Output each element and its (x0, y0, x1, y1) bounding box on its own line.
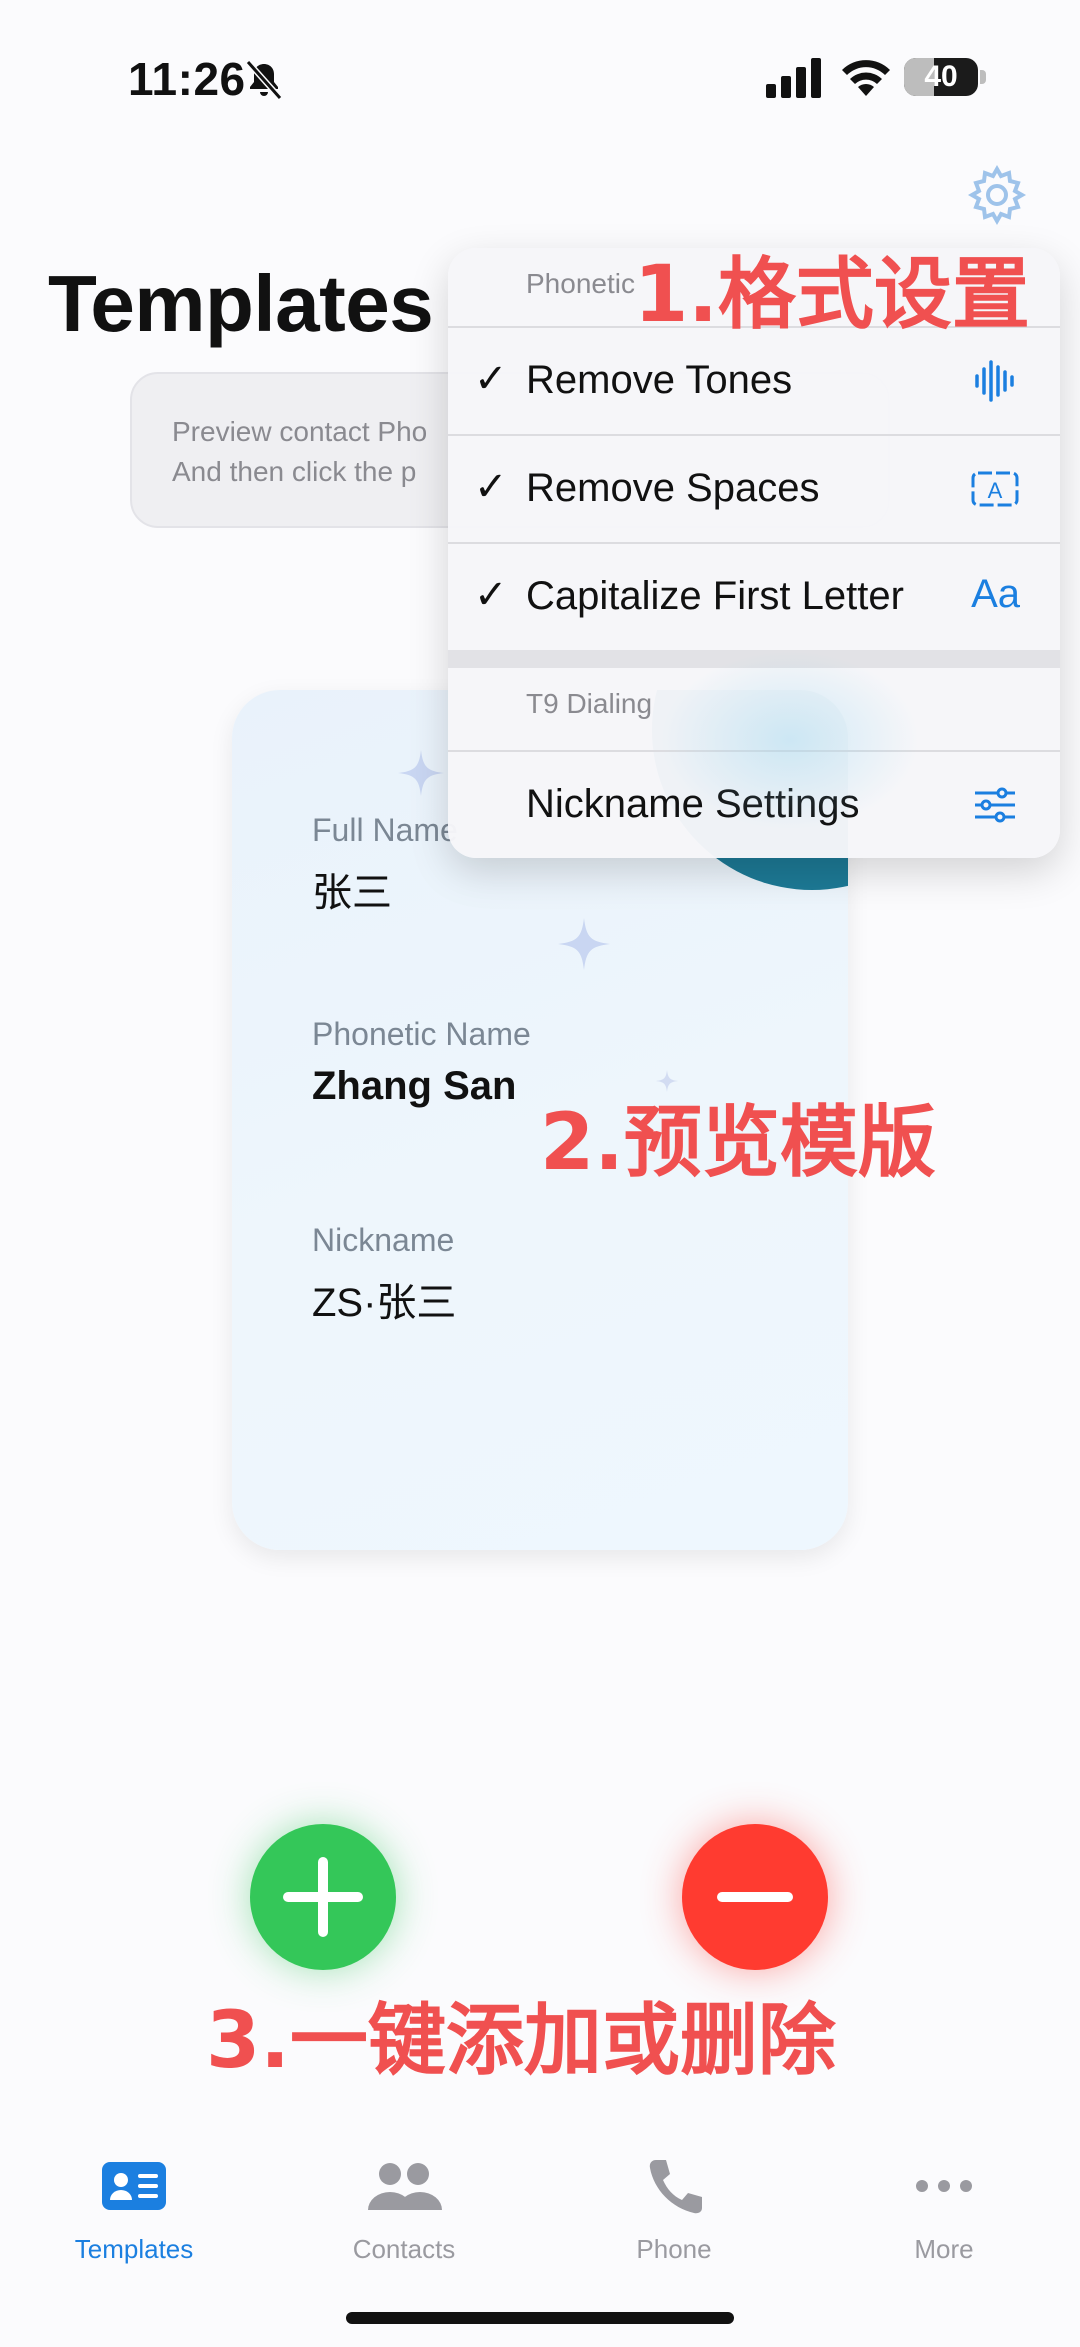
sparkle-icon (398, 750, 444, 796)
menu-section-label: Phonetic (526, 268, 635, 299)
battery-tip (980, 70, 986, 84)
field-label-phonetic-name: Phonetic Name (312, 1016, 531, 1052)
cellular-signal-icon (766, 58, 821, 98)
home-indicator (346, 2312, 734, 2324)
field-value-phonetic-name: Zhang San (312, 1064, 517, 1108)
svg-text:A: A (988, 478, 1003, 503)
annotation-preview-template: 2.预览模版 (540, 1098, 936, 1188)
add-button[interactable] (250, 1824, 396, 1970)
tab-label: Phone (636, 2234, 712, 2264)
waveform-icon (975, 360, 1014, 402)
wifi-icon (842, 60, 890, 96)
field-value-full-name: 张三 (312, 871, 392, 915)
field-label-full-name: Full Name (312, 812, 458, 848)
people-icon (368, 2163, 442, 2210)
tab-more[interactable]: More (844, 2158, 1044, 2278)
glow-highlight (660, 650, 920, 830)
checkmark-icon: ✓ (474, 465, 508, 509)
checkmark-icon: ✓ (474, 573, 508, 617)
page-title: Templates (48, 259, 434, 348)
tab-label: Contacts (352, 2234, 456, 2264)
menu-item-label: Remove Spaces (526, 466, 820, 510)
menu-item-label: Capitalize First Letter (526, 574, 904, 618)
remove-button[interactable] (682, 1824, 828, 1970)
tab-label: Templates (74, 2234, 194, 2264)
status-time: 11:26 (128, 53, 246, 105)
sparkle-icon (558, 918, 610, 970)
field-label-nickname: Nickname (312, 1222, 455, 1258)
hint-line-2: And then click the p (172, 456, 417, 487)
tab-label: More (914, 2234, 974, 2264)
hint-line-1: Preview contact Pho (172, 416, 428, 447)
battery-indicator: 40 (904, 58, 978, 96)
tab-templates[interactable]: Templates (34, 2158, 234, 2278)
battery-level: 40 (924, 60, 958, 93)
menu-item-label: Remove Tones (526, 358, 793, 402)
bell-slash-icon (245, 60, 283, 100)
plus-icon (283, 1857, 363, 1937)
capitalize-icon: Aa (971, 572, 1020, 616)
contact-card-icon (102, 2162, 166, 2210)
menu-item-capitalize-first-letter[interactable]: ✓ Capitalize First Letter Aa (448, 544, 1060, 650)
tab-phone[interactable]: Phone (574, 2158, 774, 2278)
sliders-icon (975, 787, 1015, 823)
menu-item-remove-spaces[interactable]: ✓ Remove Spaces A (448, 436, 1060, 542)
field-value-nickname: ZS·张三 (312, 1281, 457, 1325)
checkmark-icon: ✓ (474, 357, 508, 401)
tab-contacts[interactable]: Contacts (304, 2158, 504, 2278)
menu-section-label: T9 Dialing (526, 688, 653, 719)
gear-icon[interactable] (966, 164, 1028, 226)
text-box-icon: A (971, 471, 1019, 507)
annotation-format-settings: 1.格式设置 (634, 250, 1030, 340)
ellipsis-icon (916, 2180, 972, 2192)
minus-icon (717, 1892, 793, 1902)
annotation-add-or-delete: 3.一键添加或删除 (206, 1996, 836, 2086)
phone-icon (649, 2160, 702, 2214)
